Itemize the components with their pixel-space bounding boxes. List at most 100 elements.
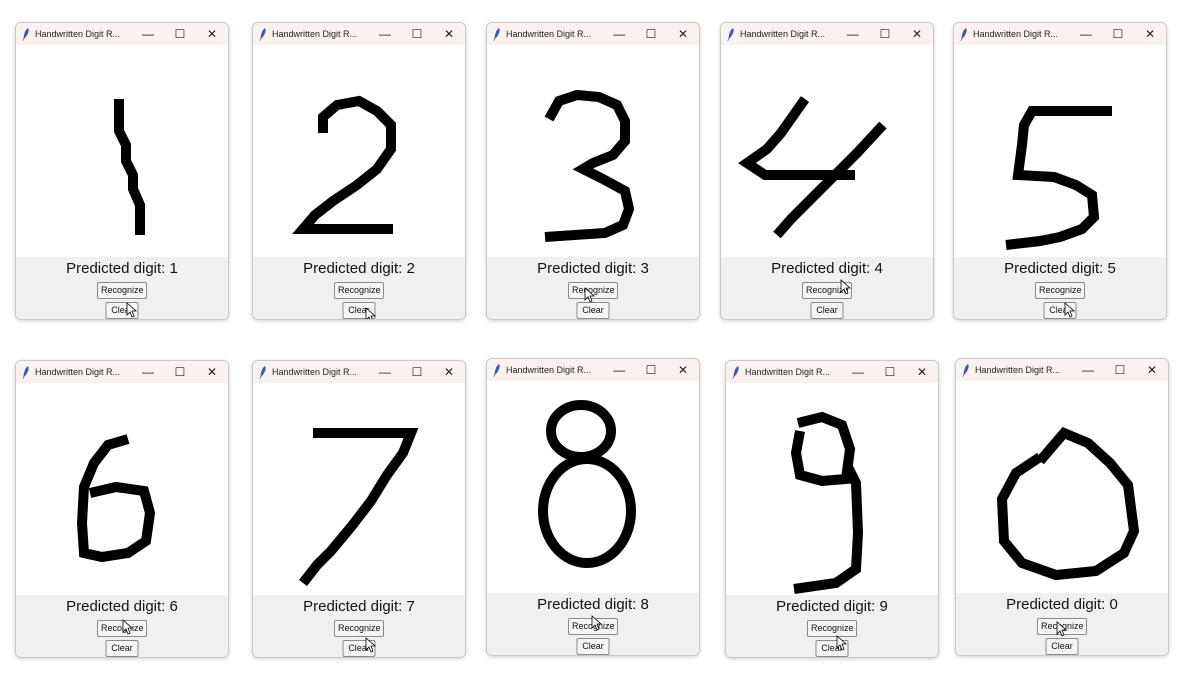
mouse-cursor-icon	[126, 302, 138, 318]
title-bar[interactable]: Handwritten Digit R... — ☐ ✕	[721, 23, 933, 45]
mouse-cursor-icon	[836, 635, 848, 651]
title-bar[interactable]: Handwritten Digit R... — ☐ ✕	[253, 361, 465, 383]
minimize-button[interactable]: —	[603, 23, 635, 45]
feather-icon	[258, 365, 268, 379]
mouse-cursor-icon	[365, 307, 377, 319]
title-bar[interactable]: Handwritten Digit R... — ☐ ✕	[487, 23, 699, 45]
maximize-button[interactable]: ☐	[164, 361, 196, 383]
title-bar[interactable]: Handwritten Digit R... — ☐ ✕	[253, 23, 465, 45]
recognize-button[interactable]: Recognize	[334, 282, 384, 299]
minimize-button[interactable]: —	[369, 361, 401, 383]
digit-drawing	[790, 411, 864, 594]
clear-button[interactable]: Clear	[105, 640, 139, 657]
drawing-canvas[interactable]	[956, 381, 1168, 593]
minimize-button[interactable]: —	[369, 23, 401, 45]
minimize-button[interactable]: —	[837, 23, 869, 45]
drawing-canvas[interactable]	[16, 383, 228, 595]
maximize-button[interactable]: ☐	[164, 23, 196, 45]
digit-drawing	[996, 426, 1140, 581]
prediction-label: Predicted digit: 3	[537, 260, 649, 277]
close-button[interactable]: ✕	[433, 23, 465, 45]
app-window: Handwritten Digit R... — ☐ ✕ Predicted d…	[953, 22, 1167, 320]
drawing-canvas[interactable]	[487, 381, 699, 593]
prediction-label: Predicted digit: 1	[66, 260, 178, 277]
close-button[interactable]: ✕	[1136, 359, 1168, 381]
minimize-button[interactable]: —	[132, 361, 164, 383]
feather-icon	[961, 363, 971, 377]
control-panel: Predicted digit: 6 Recognize Clear	[16, 595, 228, 657]
drawing-canvas[interactable]	[253, 383, 465, 595]
digit-drawing	[76, 434, 156, 563]
minimize-button[interactable]: —	[1070, 23, 1102, 45]
clear-button[interactable]: Clear	[576, 302, 610, 319]
drawing-canvas[interactable]	[16, 45, 228, 257]
digit-drawing	[299, 428, 419, 587]
title-bar[interactable]: Handwritten Digit R... — ☐ ✕	[954, 23, 1166, 45]
close-button[interactable]: ✕	[901, 23, 933, 45]
prediction-label: Predicted digit: 2	[303, 260, 415, 277]
feather-icon	[492, 27, 502, 41]
control-panel: Predicted digit: 9 Recognize Clear	[726, 595, 938, 657]
window-title: Handwritten Digit R...	[272, 367, 358, 377]
recognize-button[interactable]: Recognize	[1035, 282, 1085, 299]
title-bar[interactable]: Handwritten Digit R... — ☐ ✕	[956, 359, 1168, 381]
digit-drawing	[114, 99, 145, 235]
feather-icon	[258, 27, 268, 41]
app-window: Handwritten Digit R... — ☐ ✕ Predicted d…	[486, 22, 700, 320]
minimize-button[interactable]: —	[603, 359, 635, 381]
recognize-button[interactable]: Recognize	[97, 282, 147, 299]
clear-button[interactable]: Clear	[1045, 638, 1079, 655]
window-title: Handwritten Digit R...	[745, 367, 831, 377]
app-window: Handwritten Digit R... — ☐ ✕ Predicted d…	[725, 360, 939, 658]
window-title: Handwritten Digit R...	[506, 29, 592, 39]
window-title: Handwritten Digit R...	[740, 29, 826, 39]
control-panel: Predicted digit: 0 Recognize Clear	[956, 593, 1168, 655]
title-bar[interactable]: Handwritten Digit R... — ☐ ✕	[726, 361, 938, 383]
maximize-button[interactable]: ☐	[635, 359, 667, 381]
minimize-button[interactable]: —	[1072, 359, 1104, 381]
app-window: Handwritten Digit R... — ☐ ✕ Predicted d…	[15, 360, 229, 658]
feather-icon	[21, 27, 31, 41]
close-button[interactable]: ✕	[1134, 23, 1166, 45]
app-window: Handwritten Digit R... — ☐ ✕ Predicted d…	[486, 358, 700, 656]
feather-icon	[959, 27, 969, 41]
minimize-button[interactable]: —	[132, 23, 164, 45]
title-bar[interactable]: Handwritten Digit R... — ☐ ✕	[487, 359, 699, 381]
feather-icon	[21, 365, 31, 379]
drawing-canvas[interactable]	[726, 383, 938, 595]
drawing-canvas[interactable]	[253, 45, 465, 257]
recognize-button[interactable]: Recognize	[334, 620, 384, 637]
control-panel: Predicted digit: 5 Recognize Clear	[954, 257, 1166, 319]
maximize-button[interactable]: ☐	[635, 23, 667, 45]
minimize-button[interactable]: —	[842, 361, 874, 383]
maximize-button[interactable]: ☐	[1102, 23, 1134, 45]
title-bar[interactable]: Handwritten Digit R... — ☐ ✕	[16, 361, 228, 383]
control-panel: Predicted digit: 8 Recognize Clear	[487, 593, 699, 655]
maximize-button[interactable]: ☐	[401, 23, 433, 45]
drawing-canvas[interactable]	[954, 45, 1166, 257]
app-window: Handwritten Digit R... — ☐ ✕ Predicted d…	[955, 358, 1169, 656]
clear-button[interactable]: Clear	[576, 638, 610, 655]
close-button[interactable]: ✕	[196, 23, 228, 45]
prediction-label: Predicted digit: 4	[771, 260, 883, 277]
drawing-canvas[interactable]	[487, 45, 699, 257]
prediction-label: Predicted digit: 8	[537, 596, 649, 613]
maximize-button[interactable]: ☐	[1104, 359, 1136, 381]
drawing-canvas[interactable]	[721, 45, 933, 257]
title-bar[interactable]: Handwritten Digit R... — ☐ ✕	[16, 23, 228, 45]
window-grid: Handwritten Digit R... — ☐ ✕ Predicted d…	[0, 0, 1194, 686]
close-button[interactable]: ✕	[667, 23, 699, 45]
app-window: Handwritten Digit R... — ☐ ✕ Predicted d…	[252, 360, 466, 658]
maximize-button[interactable]: ☐	[401, 361, 433, 383]
recognize-button[interactable]: Recognize	[807, 620, 857, 637]
maximize-button[interactable]: ☐	[869, 23, 901, 45]
maximize-button[interactable]: ☐	[874, 361, 906, 383]
close-button[interactable]: ✕	[196, 361, 228, 383]
clear-button[interactable]: Clear	[810, 302, 844, 319]
close-button[interactable]: ✕	[906, 361, 938, 383]
control-panel: Predicted digit: 7 Recognize Clear	[253, 595, 465, 657]
prediction-label: Predicted digit: 5	[1004, 260, 1116, 277]
close-button[interactable]: ✕	[667, 359, 699, 381]
digit-drawing	[738, 96, 887, 239]
close-button[interactable]: ✕	[433, 361, 465, 383]
